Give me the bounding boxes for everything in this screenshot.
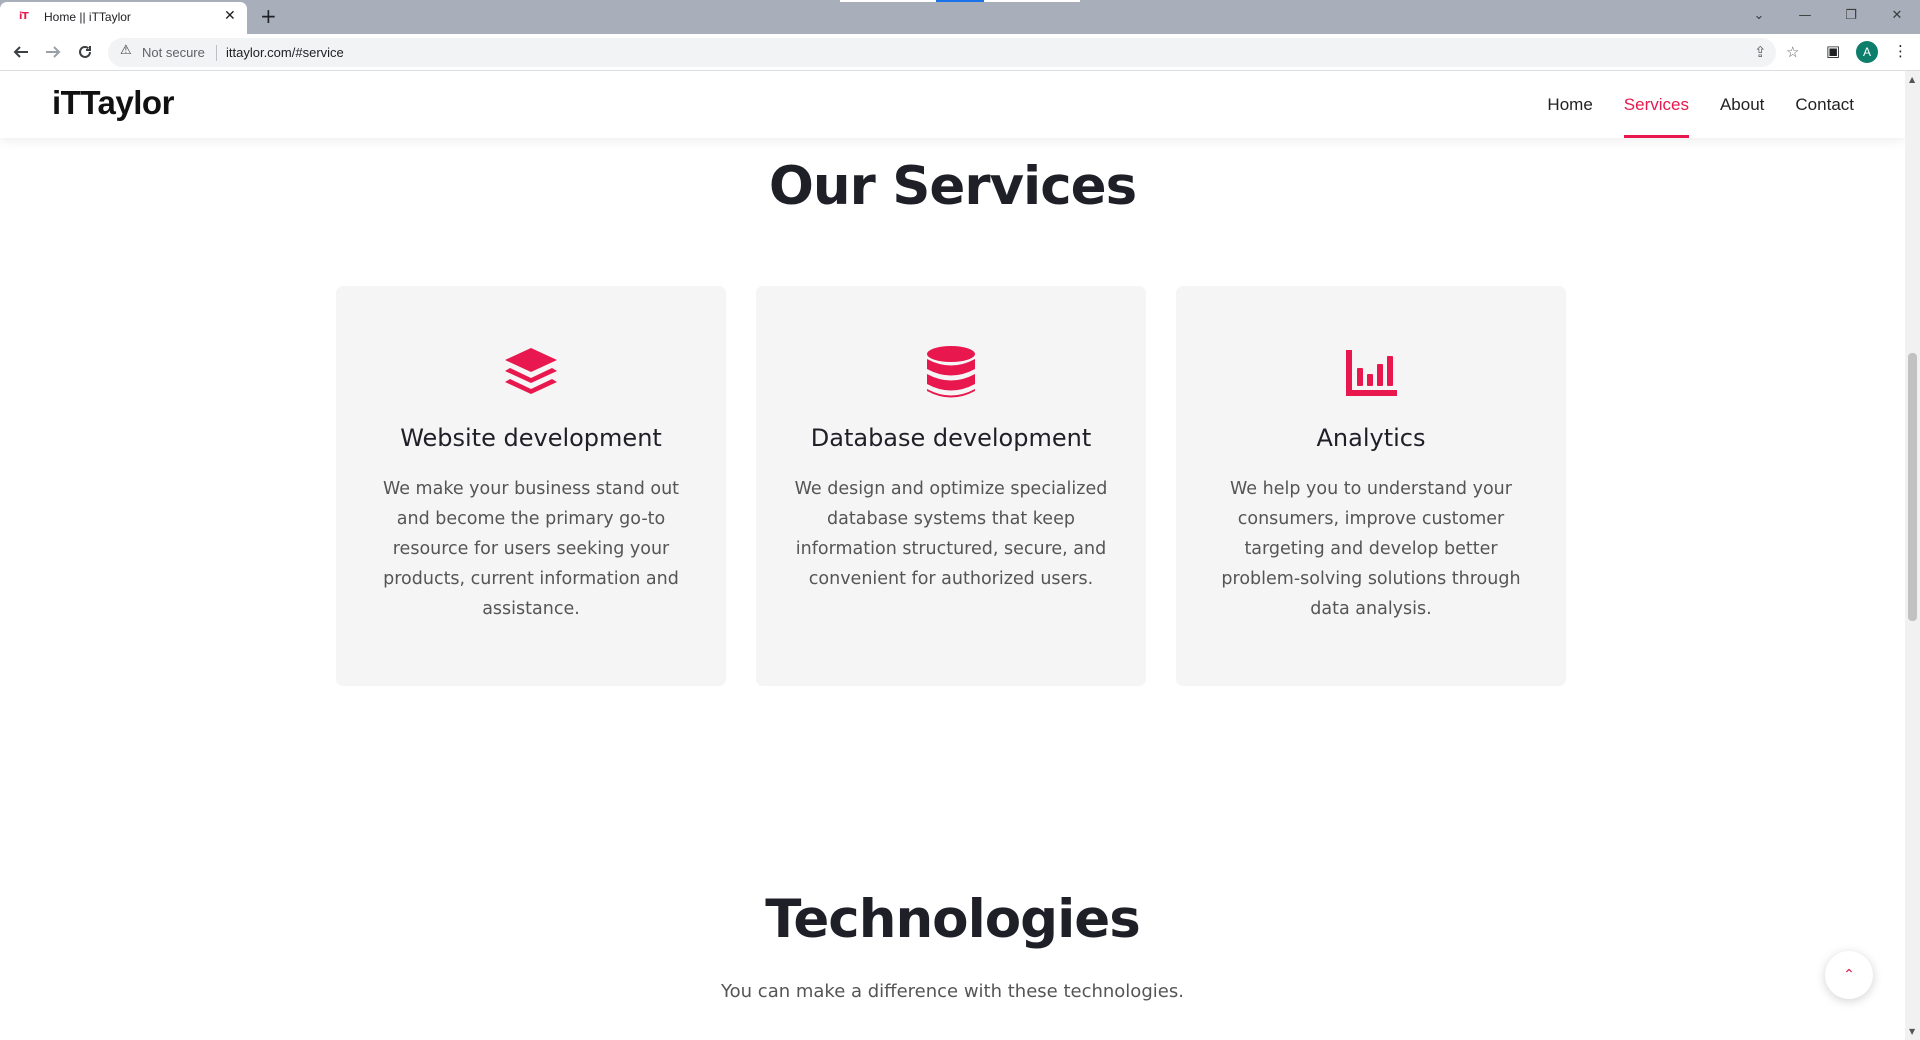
close-icon[interactable]: ✕: [224, 8, 236, 24]
technologies-subtitle: You can make a difference with these tec…: [721, 981, 1184, 1002]
tab-search-icon[interactable]: ⌄: [1736, 0, 1782, 30]
browser-toolbar: ⚠ Not secure ittaylor.com/#service ⇪ ☆ ▣…: [0, 34, 1920, 71]
favicon-icon: iT: [19, 11, 29, 22]
back-button[interactable]: [9, 40, 33, 64]
nav-about[interactable]: About: [1720, 71, 1764, 138]
site-header: iTTaylor Home Services About Contact: [0, 71, 1905, 138]
warning-icon[interactable]: ⚠: [120, 43, 132, 58]
browser-tab-strip: iT Home || iTTaylor ✕ + ⌄ — ❐ ✕: [0, 0, 1920, 34]
nav-home[interactable]: Home: [1547, 71, 1592, 138]
tab-strip-accent: [936, 0, 984, 2]
forward-button[interactable]: [41, 40, 65, 64]
chevron-up-icon: ⌃: [1843, 967, 1855, 983]
service-title: Database development: [810, 424, 1092, 452]
minimize-icon[interactable]: —: [1782, 0, 1828, 30]
service-description: We make your business stand out and beco…: [382, 479, 680, 619]
scroll-up-icon[interactable]: ▲: [1909, 75, 1915, 84]
layers-icon: [505, 348, 557, 394]
services-cards: Website development We make your busines…: [336, 286, 1566, 686]
avatar[interactable]: A: [1856, 41, 1878, 63]
service-description: We design and optimize specialized datab…: [794, 479, 1108, 589]
arrow-right-icon: [46, 46, 61, 58]
site-logo[interactable]: iTTaylor: [52, 84, 174, 122]
service-description: We help you to understand your consumers…: [1221, 479, 1521, 619]
browser-tab[interactable]: iT Home || iTTaylor ✕: [0, 2, 247, 34]
tab-strip-accent: [984, 0, 1080, 2]
service-title: Website development: [400, 424, 662, 452]
nav-services[interactable]: Services: [1623, 71, 1690, 138]
arrow-left-icon: [13, 46, 28, 58]
nav-contact[interactable]: Contact: [1795, 71, 1854, 138]
scrollbar-thumb[interactable]: [1908, 353, 1917, 621]
restore-icon[interactable]: ❐: [1828, 0, 1874, 30]
new-tab-button[interactable]: +: [260, 4, 277, 28]
service-title: Analytics: [1316, 424, 1426, 452]
technologies-heading: Technologies: [765, 889, 1141, 950]
share-icon[interactable]: ⇪: [1754, 43, 1767, 61]
star-icon[interactable]: ☆: [1786, 43, 1799, 61]
database-icon: [927, 346, 975, 398]
reload-icon: [79, 45, 91, 58]
scroll-down-icon[interactable]: ▼: [1909, 1027, 1915, 1036]
window-controls: ⌄ — ❐ ✕: [1736, 0, 1920, 30]
divider: [216, 45, 217, 61]
services-heading: Our Services: [768, 156, 1137, 217]
page-scrollbar[interactable]: ▲ ▼: [1905, 71, 1920, 1040]
main-nav: Home Services About Contact: [1516, 71, 1854, 138]
service-card: Website development We make your busines…: [336, 286, 726, 686]
url-text[interactable]: ittaylor.com/#service: [226, 45, 344, 60]
page-viewport: iTTaylor Home Services About Contact Our…: [0, 71, 1905, 1040]
bar-chart-icon: [1346, 350, 1397, 396]
back-to-top-button[interactable]: ⌃: [1825, 951, 1873, 999]
service-card: Database development We design and optim…: [756, 286, 1146, 686]
side-panel-icon[interactable]: ▣: [1826, 42, 1840, 60]
more-options-icon[interactable]: ⋮: [1893, 42, 1908, 60]
close-window-icon[interactable]: ✕: [1874, 0, 1920, 30]
security-label[interactable]: Not secure: [142, 45, 205, 60]
address-bar[interactable]: ⚠ Not secure ittaylor.com/#service ⇪ ☆: [108, 38, 1799, 67]
service-card: Analytics We help you to understand your…: [1176, 286, 1566, 686]
tab-title: Home || iTTaylor: [44, 10, 131, 24]
tab-strip-accent: [840, 0, 936, 2]
reload-button[interactable]: [73, 40, 97, 64]
